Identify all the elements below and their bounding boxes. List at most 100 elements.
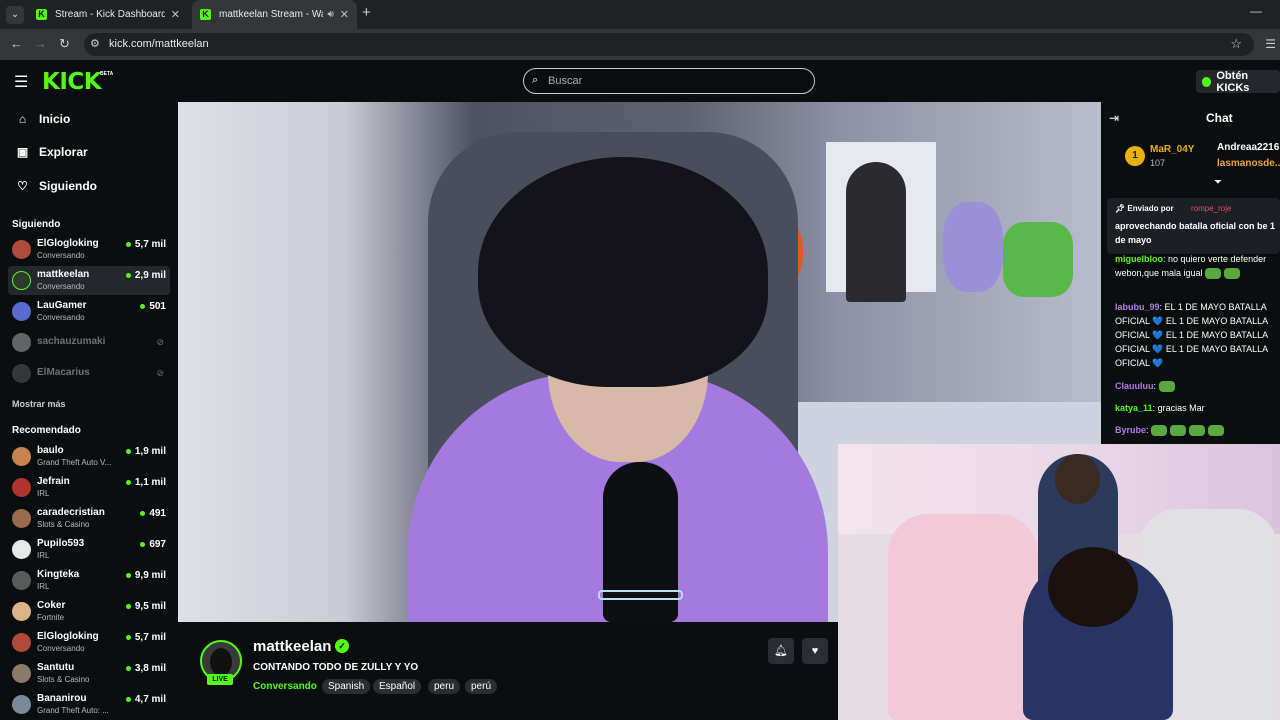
browse-icon: ▣ <box>16 145 29 159</box>
gifter-rank-badge: 1 <box>1125 146 1145 166</box>
recommended-channel[interactable]: ElGlogloking Conversando 5,7 mil <box>8 628 170 657</box>
stream-tag[interactable]: Spanish <box>322 679 371 694</box>
recommended-channel[interactable]: Coker Fortnite 9,5 mil <box>8 597 170 626</box>
recommended-channel[interactable]: caradecristian Slots & Casino 491 <box>8 504 170 533</box>
top-gifter-count: 107 <box>1150 158 1166 168</box>
close-tab-icon[interactable]: ✕ <box>340 8 349 21</box>
channel-category: IRL <box>37 551 50 560</box>
tab-search-icon[interactable]: ⌄ <box>6 6 24 24</box>
emote-icon <box>1208 425 1225 437</box>
chat-message: katya_11: gracias Mar <box>1115 403 1205 413</box>
show-more-link[interactable]: Mostrar más <box>12 399 66 409</box>
pinned-message[interactable]: 📌︎ Enviado por rompe_roje aprovechando b… <box>1107 198 1280 254</box>
nav-label: Explorar <box>39 145 88 159</box>
stream-category[interactable]: Conversando <box>253 681 317 692</box>
chat-message: Clauuluu: <box>1115 379 1280 393</box>
channel-category: Slots & Casino <box>37 520 90 529</box>
notification-bell-icon[interactable]: 🔔︎ <box>768 638 794 664</box>
streamer-name[interactable]: mattkeelan <box>253 638 331 655</box>
nav-following[interactable]: ♡ Siguiendo <box>16 176 97 196</box>
stream-tag[interactable]: perú <box>465 679 498 694</box>
expand-pinned-icon[interactable]: ⏷ <box>1214 177 1222 188</box>
search-input[interactable] <box>546 72 806 90</box>
recommended-channel[interactable]: Santutu Slots & Casino 3,8 mil <box>8 659 170 688</box>
kick-logo[interactable]: KICK <box>42 69 102 95</box>
chat-username[interactable]: Byrube <box>1115 425 1146 435</box>
tab-title: mattkeelan Stream - Watch <box>219 9 323 20</box>
channel-name: ElGlogloking <box>37 631 99 642</box>
live-dot-icon <box>140 304 146 309</box>
viewer-count: 2,9 mil <box>125 270 166 281</box>
nav-browse[interactable]: ▣ Explorar <box>16 142 88 162</box>
sidebar: ⌂ Inicio ▣ Explorar ♡ Siguiendo Siguiend… <box>0 102 178 720</box>
channel-name: LauGamer <box>37 300 87 311</box>
stream-tag[interactable]: peru <box>428 679 461 694</box>
following-channel[interactable]: ElGlogloking Conversando 5,7 mil <box>8 235 170 264</box>
live-dot-icon <box>125 666 131 671</box>
new-tab-icon[interactable]: + <box>362 4 371 21</box>
viewer-count: 3,8 mil <box>125 663 166 674</box>
channel-category: Grand Theft Auto V... <box>37 458 112 467</box>
recommended-channel[interactable]: Kingteka IRL 9,9 mil <box>8 566 170 595</box>
menu-icon[interactable]: ☰ <box>14 72 28 92</box>
close-tab-icon[interactable]: ✕ <box>171 8 180 21</box>
search-box[interactable]: ⌕ <box>523 68 815 94</box>
chat-username[interactable]: Clauuluu <box>1115 381 1154 391</box>
viewer-count: 9,9 mil <box>125 570 166 581</box>
chat-title: Chat <box>1206 111 1233 125</box>
kicks-coin-icon <box>1202 76 1212 87</box>
channel-name: Santutu <box>37 662 75 673</box>
site-info-icon[interactable]: ⚙︎ <box>90 37 100 50</box>
avatar <box>12 602 31 621</box>
url-field[interactable]: ⚙︎ kick.com/mattkeelan ☆ <box>84 33 1254 56</box>
channel-category: Conversando <box>37 644 85 653</box>
collapse-chat-icon[interactable]: ⇥ <box>1109 111 1119 125</box>
offline-icon: ⊘ <box>156 368 164 378</box>
viewer-count: 501 <box>140 301 166 312</box>
viewer-count: 697 <box>140 539 166 550</box>
browser-tab-dashboard[interactable]: K Stream - Kick Dashboard ✕ <box>28 0 188 29</box>
gifter-name[interactable]: lasmanosde... <box>1217 158 1280 169</box>
top-gifter-name[interactable]: MaR_04Y <box>1150 144 1194 155</box>
bookmark-star-icon[interactable]: ☆ <box>1230 36 1242 52</box>
pinned-text: aprovechando batalla oficial con be 1 de… <box>1115 221 1276 245</box>
following-channel-offline[interactable]: ElMacarius ⊘ <box>8 359 170 388</box>
live-badge: LIVE <box>207 674 233 685</box>
following-channel[interactable]: LauGamer Conversando 501 <box>8 297 170 326</box>
reload-icon[interactable]: ↻ <box>59 36 70 52</box>
recommended-channel[interactable]: Bananirou Grand Theft Auto: ... 4,7 mil <box>8 690 170 719</box>
chat-username[interactable]: katya_11 <box>1115 403 1153 413</box>
live-dot-icon <box>125 273 131 278</box>
forward-icon[interactable]: → <box>34 36 47 51</box>
live-dot-icon <box>125 449 131 454</box>
pinned-user[interactable]: rompe_roje <box>1191 204 1231 213</box>
minimize-window-icon[interactable]: — <box>1250 4 1262 18</box>
recommended-channel[interactable]: baulo Grand Theft Auto V... 1,9 mil <box>8 442 170 471</box>
live-dot-icon <box>125 480 131 485</box>
following-channel-offline[interactable]: sachauzumaki ⊘ <box>8 328 170 357</box>
follow-heart-icon[interactable]: ♥ <box>802 638 828 664</box>
nav-home[interactable]: ⌂ Inicio <box>16 109 70 129</box>
recommended-channel[interactable]: Pupilo593 IRL 697 <box>8 535 170 564</box>
nav-label: Siguiendo <box>39 179 97 193</box>
chat-username[interactable]: miguelbloo <box>1115 254 1163 264</box>
live-dot-icon <box>140 542 146 547</box>
gifter-name[interactable]: Andreaa2216 <box>1217 142 1279 153</box>
get-kicks-button[interactable]: Obtén KICKs <box>1196 70 1280 94</box>
side-panel-icon[interactable]: ☰ <box>1265 37 1276 51</box>
viewer-count: 4,7 mil <box>125 694 166 705</box>
video-frame-person-hair <box>478 157 768 387</box>
verified-icon: ✓ <box>335 639 349 653</box>
chat-username[interactable]: labubu_99 <box>1115 302 1160 312</box>
following-channel[interactable]: mattkeelan Conversando 2,9 mil <box>8 266 170 295</box>
channel-category: Conversando <box>37 251 85 260</box>
channel-name: ElMacarius <box>37 367 90 378</box>
browser-tab-stream[interactable]: K mattkeelan Stream - Watch 🔊︎ ✕ <box>192 0 357 29</box>
pip-video-overlay[interactable] <box>838 444 1280 720</box>
recommended-channel[interactable]: Jefrain IRL 1,1 mil <box>8 473 170 502</box>
stream-tag[interactable]: Español <box>373 679 422 694</box>
channel-category: IRL <box>37 582 50 591</box>
audio-playing-icon[interactable]: 🔊︎ <box>327 9 333 20</box>
back-icon[interactable]: ← <box>10 36 23 51</box>
avatar <box>12 695 31 714</box>
